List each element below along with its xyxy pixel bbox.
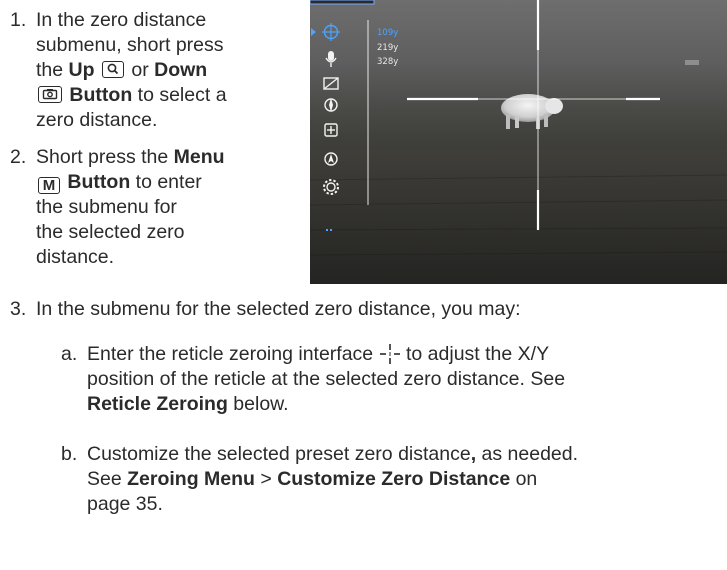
text-line: Enter the reticle zeroing interface to a…	[87, 342, 722, 367]
bold-term: Zeroing Menu	[127, 468, 255, 490]
substep-text: Enter the reticle zeroing interface to a…	[87, 342, 722, 417]
menu-tab	[310, 0, 375, 5]
text-line: page 35.	[87, 492, 722, 517]
text-run: Customize the selected preset zero dista…	[87, 443, 471, 465]
thermal-scope-screenshot: 109y 219y 328y	[310, 0, 727, 284]
step-text: Short press the Menu M Button to enter the…	[36, 145, 296, 270]
camera-icon	[38, 86, 62, 103]
text-line: Reticle Zeroing below.	[87, 392, 722, 417]
bold-term: Button	[67, 171, 131, 193]
step-number: 2.	[10, 146, 27, 168]
bold-term: Customize Zero Distance	[277, 468, 511, 490]
substep-letter: a.	[61, 343, 78, 365]
step-text: In the submenu for the selected zero dis…	[36, 297, 716, 322]
step-number: 3.	[10, 298, 27, 320]
text-run: distance.	[36, 246, 115, 268]
text-run: as needed.	[476, 443, 579, 465]
text-run: the selected zero	[36, 221, 185, 243]
text-run: position of the reticle at the selected …	[87, 368, 566, 390]
text-line: zero distance.	[36, 108, 296, 133]
bold-term: Button	[69, 84, 133, 106]
text-run: or	[125, 59, 155, 81]
zoom-icon	[101, 61, 124, 78]
text-run: below.	[227, 393, 289, 415]
text-line: In the zero distance	[36, 8, 296, 33]
text-line: distance.	[36, 245, 296, 270]
text-line: the submenu for	[36, 195, 296, 220]
text-run: the	[36, 59, 69, 81]
distance-option[interactable]: 328y	[377, 57, 398, 67]
zeroing-reticle-icon	[379, 343, 401, 365]
text-run: Short press the	[36, 146, 174, 168]
text-line: In the submenu for the selected zero dis…	[36, 297, 716, 322]
text-run: page 35.	[87, 493, 163, 515]
thermal-scene: 109y 219y 328y	[310, 0, 727, 284]
text-run: See	[87, 468, 128, 490]
plus-box-icon[interactable]	[324, 123, 338, 137]
bold-term: Up	[68, 59, 95, 81]
distant-heat-spot	[685, 60, 699, 65]
text-run: to enter	[130, 171, 202, 193]
step-text: In the zero distance submenu, short press…	[36, 8, 296, 133]
selection-arrow-icon	[311, 28, 316, 36]
menu-button-key: M	[38, 177, 60, 194]
text-line: Button to select a	[36, 83, 296, 108]
picture-in-picture-icon[interactable]	[323, 77, 339, 90]
ground	[310, 150, 727, 284]
substep-text: Customize the selected preset zero dista…	[87, 442, 722, 517]
text-run: Enter the reticle zeroing interface	[87, 343, 379, 365]
text-run: In the submenu for the selected zero dis…	[36, 298, 521, 320]
text-run: submenu, short press	[36, 34, 224, 56]
bold-term: Down	[154, 59, 208, 81]
text-run: to select a	[132, 84, 227, 106]
text-line: Customize the selected preset zero dista…	[87, 442, 722, 467]
distance-option-selected[interactable]: 109y	[377, 28, 398, 38]
text-line: Short press the Menu	[36, 145, 296, 170]
text-run: the submenu for	[36, 196, 177, 218]
text-run: >	[254, 468, 278, 490]
step-number: 1.	[10, 9, 27, 31]
text-run: In the zero distance	[36, 9, 207, 31]
text-line: M Button to enter	[36, 170, 296, 195]
substep-letter: b.	[61, 443, 78, 465]
text-run: zero distance.	[36, 109, 158, 131]
text-run: to adjust the X/Y	[400, 343, 550, 365]
text-run: on	[510, 468, 538, 490]
text-line: See Zeroing Menu > Customize Zero Distan…	[87, 467, 722, 492]
compass-icon[interactable]	[324, 98, 338, 112]
text-line: position of the reticle at the selected …	[87, 367, 722, 392]
bold-term: Reticle Zeroing	[87, 393, 228, 415]
text-run	[95, 59, 100, 81]
text-line: the selected zero	[36, 220, 296, 245]
bold-term: Menu	[173, 146, 225, 168]
text-line: the Up or Down	[36, 58, 296, 83]
crosshair-target-icon[interactable]	[322, 23, 340, 41]
microphone-icon[interactable]	[325, 51, 337, 67]
text-line: submenu, short press	[36, 33, 296, 58]
distance-option[interactable]: 219y	[377, 43, 398, 53]
